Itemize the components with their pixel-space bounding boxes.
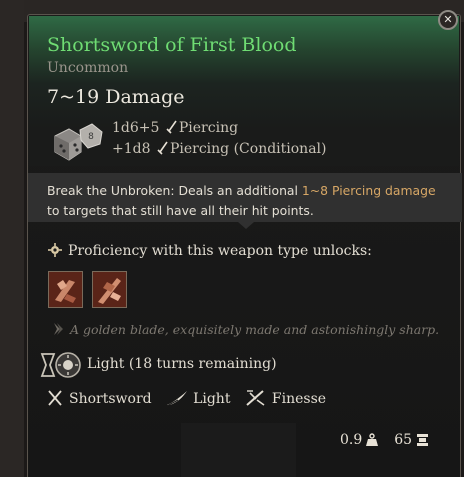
property-light: Light <box>166 389 230 407</box>
item-rarity: Uncommon <box>47 60 129 76</box>
passive-description: Break the Unbroken: Deals an additional … <box>28 173 462 222</box>
damage-dice-2: +1d8 <box>112 141 151 157</box>
property-label: Finesse <box>271 391 327 407</box>
property-label: Light <box>193 391 231 407</box>
dice-icon: 8 <box>54 123 103 161</box>
weight-icon <box>366 433 379 446</box>
game-background-side <box>0 0 24 477</box>
gold-value: 65 <box>394 432 413 448</box>
lore-icon <box>54 323 63 335</box>
flavor-text: A golden blade, exquisitely made and ast… <box>70 322 440 337</box>
weapon-action-icon-2[interactable] <box>92 271 127 308</box>
flavor-text-row: A golden blade, exquisitely made and ast… <box>50 322 439 337</box>
item-name: Shortsword of First Blood <box>47 34 297 56</box>
damage-type-2: Piercing (Conditional) <box>169 141 327 157</box>
crossed-swords-icon <box>48 390 62 406</box>
condition-text: Light (18 turns remaining) <box>87 356 277 372</box>
passive-text: Deals an additional <box>174 183 302 198</box>
svg-text:8: 8 <box>88 132 94 142</box>
piercing-icon <box>157 141 168 155</box>
piercing-icon <box>166 120 177 134</box>
property-label: Shortsword <box>69 391 152 407</box>
proficiency-heading: Proficiency with this weapon type unlock… <box>48 243 372 259</box>
footer-panel <box>181 423 296 477</box>
passive-name: Break the Unbroken: <box>47 183 175 198</box>
property-finesse: Finesse <box>245 389 326 407</box>
property-shortsword: Shortsword <box>46 389 152 407</box>
gold-coins-icon <box>417 434 429 446</box>
finesse-icon <box>246 390 265 406</box>
close-button[interactable]: ✕ <box>438 10 458 30</box>
proficiency-icon <box>48 243 62 257</box>
item-stats: 0.9 65 <box>340 432 429 448</box>
light-condition-icon <box>40 352 81 378</box>
passive-box-notch <box>238 222 254 229</box>
proficiency-label: Proficiency with this weapon type unlock… <box>68 243 372 259</box>
damage-summary: 7~19 Damage <box>47 86 185 108</box>
feather-icon <box>166 391 188 407</box>
passive-text: to targets that still have all their hit… <box>47 203 314 218</box>
damage-line-1: 1d6+5 Piercing <box>112 120 238 136</box>
passive-damage-highlight: 1~8 Piercing damage <box>301 183 436 198</box>
damage-type-1: Piercing <box>178 120 239 136</box>
weapon-action-icon-1[interactable] <box>48 271 83 308</box>
weapon-properties: Shortsword Light Finesse <box>46 389 336 407</box>
weight-value: 0.9 <box>340 432 363 448</box>
damage-dice-1: 1d6+5 <box>112 120 160 136</box>
damage-line-2: +1d8 Piercing (Conditional) <box>112 141 326 157</box>
